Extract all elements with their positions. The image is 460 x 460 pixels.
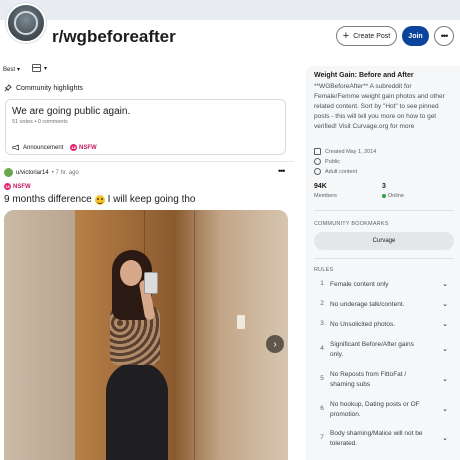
globe-icon: [314, 158, 321, 165]
rules-heading: RULES: [314, 267, 334, 273]
post-time: • 7 hr. ago: [51, 169, 79, 176]
chevron-down-icon: ⌄: [442, 346, 448, 353]
created-date: Created May 1, 2014: [314, 148, 376, 155]
bookmarks-heading: COMMUNITY BOOKMARKS: [314, 221, 389, 227]
chevron-down-icon: ⌄: [442, 435, 448, 442]
next-image-button[interactable]: ›: [266, 335, 284, 353]
create-post-label: Create Post: [353, 32, 391, 40]
highlight-meta: 51 votes • 0 comments: [12, 119, 68, 125]
post-author-line[interactable]: u/victoriar14 • 7 hr. ago: [4, 168, 79, 177]
pin-icon: [4, 84, 12, 92]
more-options-button[interactable]: •••: [434, 26, 454, 46]
post-nsfw-badge: 18 NSFW: [4, 183, 31, 190]
highlight-card[interactable]: We are going public again. 51 votes • 0 …: [5, 99, 286, 155]
card-view-icon: [32, 64, 41, 72]
post-more-button[interactable]: •••: [278, 166, 286, 176]
visibility: Public: [314, 158, 340, 165]
bookmark-curvage-button[interactable]: Curvage: [314, 232, 454, 250]
chevron-down-icon: ⌄: [442, 301, 448, 308]
announcement-tag: Announcement: [12, 144, 63, 151]
plus-icon: +: [342, 29, 350, 42]
rule-item[interactable]: 2 No underage talk/content. ⌄: [314, 300, 454, 310]
phone-icon: [144, 272, 158, 294]
author-avatar: [4, 168, 13, 177]
community-highlights-header: Community highlights: [4, 84, 83, 92]
members-label: Members: [314, 193, 337, 199]
sidebar-divider: [314, 258, 454, 259]
subreddit-avatar[interactable]: [6, 3, 46, 43]
rule-item[interactable]: 7 Body shaming/Malice will not be tolerat…: [314, 429, 454, 449]
sort-label: Best: [3, 66, 16, 73]
post-title-text-end: I will keep going tho: [107, 194, 196, 205]
online-count: 3: [382, 183, 386, 190]
person-figure: [100, 250, 180, 460]
join-button[interactable]: Join: [402, 26, 429, 46]
chevron-down-icon: ⌄: [442, 376, 448, 383]
announcement-label: Announcement: [23, 144, 64, 151]
chevron-down-icon: ⌄: [442, 406, 448, 413]
view-dropdown[interactable]: ▾: [32, 64, 47, 72]
grimacing-emoji-icon: [94, 194, 105, 205]
rule-item[interactable]: 5 No Reposts from FittoFat / shaming subs…: [314, 370, 454, 390]
megaphone-icon: [12, 144, 19, 151]
members-count: 94K: [314, 183, 327, 190]
post-author[interactable]: u/victoriar14: [16, 170, 49, 176]
post-image[interactable]: ›: [4, 210, 288, 460]
post-nsfw-label: NSFW: [13, 183, 31, 190]
chevron-down-icon: ⌄: [442, 321, 448, 328]
adult-content: Adult content: [314, 168, 357, 175]
sort-dropdown[interactable]: Best ▾: [3, 66, 21, 74]
eye-icon: [314, 168, 321, 175]
nsfw-icon: 18: [70, 144, 77, 151]
nsfw-label: NSFW: [79, 144, 97, 151]
sidebar-divider: [314, 210, 454, 211]
nsfw-badge: 18 NSFW: [70, 144, 97, 151]
rule-item[interactable]: 3 No Unsolicited photos. ⌄: [314, 320, 454, 330]
create-post-button[interactable]: + Create Post: [336, 26, 397, 46]
rule-item[interactable]: 1 Female content only ⌄: [314, 280, 454, 290]
community-description: **WGBeforeAfter** A subreddit for Female…: [314, 83, 445, 130]
light-switch: [237, 315, 245, 329]
rule-item[interactable]: 6 No hookup, Dating posts or OF promotion…: [314, 400, 454, 420]
post-title[interactable]: 9 months difference I will keep going th…: [4, 194, 196, 205]
feed-divider: [2, 161, 294, 162]
online-label: Online: [382, 193, 404, 199]
chevron-down-icon: ▾: [44, 65, 48, 72]
chevron-down-icon: ⌄: [442, 281, 448, 288]
post-title-text: 9 months difference: [4, 194, 92, 205]
cake-icon: [314, 148, 321, 155]
community-title: Weight Gain: Before and After: [314, 72, 414, 79]
highlights-title: Community highlights: [16, 84, 83, 92]
highlight-heading: We are going public again.: [12, 106, 131, 117]
top-banner: [0, 0, 460, 20]
online-dot-icon: [382, 194, 386, 198]
community-sidebar: Weight Gain: Before and After **WGBefore…: [306, 66, 460, 460]
subreddit-name: r/wgbeforeafter: [52, 27, 176, 46]
nsfw-icon: 18: [4, 183, 11, 190]
rule-item[interactable]: 4 Significant Before/After gains only. ⌄: [314, 340, 454, 360]
chevron-down-icon: ▾: [17, 67, 21, 73]
